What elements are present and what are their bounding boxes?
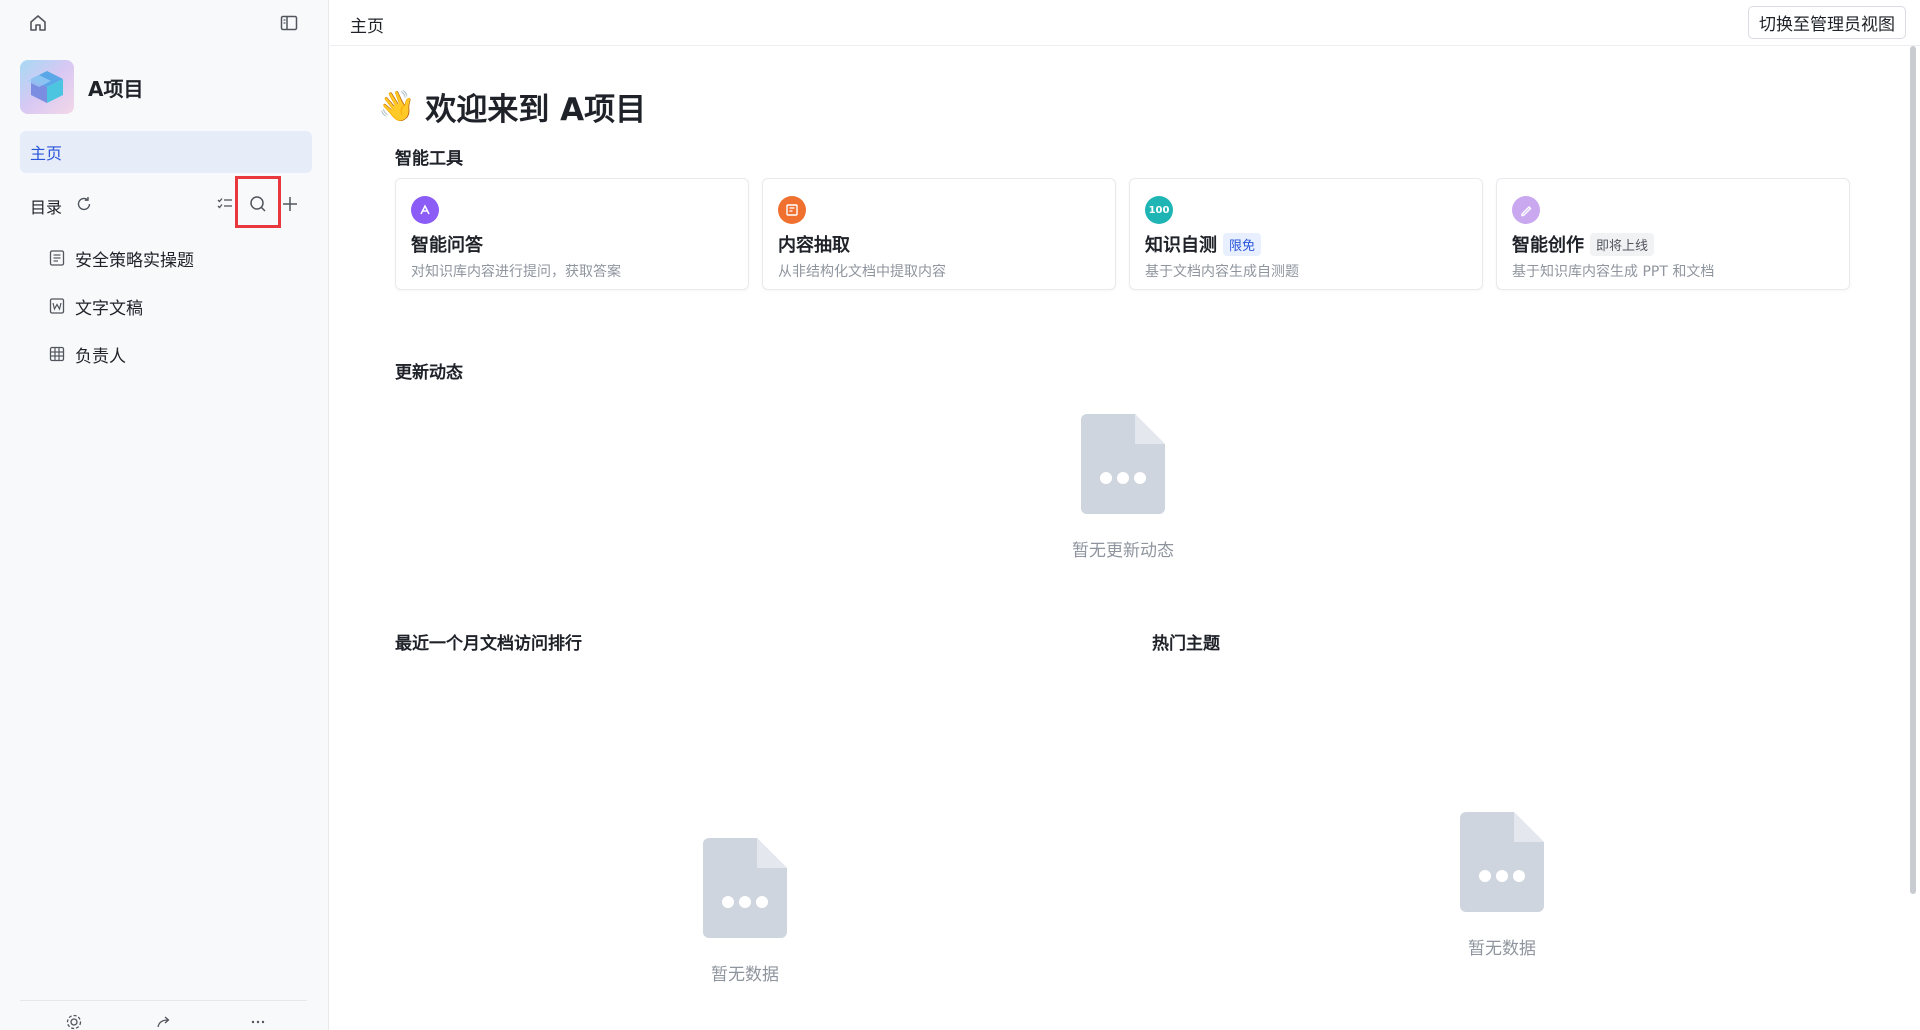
create-icon [1512, 196, 1540, 224]
smart-tools-grid: 智能问答 对知识库内容进行提问，获取答案 内容抽取 从非结构化文档中提取内容 1… [395, 178, 1850, 290]
ranking-empty-state: 暂无数据 [680, 838, 810, 985]
toc-list: 安全策略实操题 文字文稿 负责人 [20, 234, 312, 378]
nav-item-home[interactable]: 主页 [20, 131, 312, 173]
search-highlight-box [235, 176, 281, 228]
app-root: A项目 主页 目录 安全策略实操题 文字文稿 负责人 主页 切换至管理员视图 👋… [0, 0, 1920, 1030]
project-name: A项目 [88, 76, 144, 101]
welcome-title: 欢迎来到 A项目 [425, 92, 647, 128]
sidebar: A项目 主页 目录 安全策略实操题 文字文稿 负责人 [0, 0, 329, 1030]
tool-desc: 从非结构化文档中提取内容 [778, 264, 946, 280]
toc-item-word-doc[interactable]: 文字文稿 [20, 282, 312, 330]
sidebar-bottom-bar [20, 1010, 307, 1030]
welcome-header: 👋 欢迎来到 A项目 [378, 84, 646, 129]
quiz-icon: 100 [1145, 196, 1173, 224]
tool-desc: 基于文档内容生成自测题 [1145, 264, 1299, 280]
tool-card-quiz[interactable]: 100 知识自测 限免 基于文档内容生成自测题 [1129, 178, 1483, 290]
tool-name-text: 智能问答 [411, 235, 483, 256]
tool-name-text: 智能创作 [1512, 235, 1584, 256]
share-icon[interactable] [150, 1014, 178, 1030]
tool-name: 智能创作 即将上线 [1512, 231, 1655, 257]
table-icon [48, 345, 66, 363]
sidebar-collapse-icon[interactable] [275, 9, 303, 37]
word-doc-icon [48, 297, 66, 315]
project-logo-icon [20, 60, 74, 114]
ranking-empty-text: 暂无数据 [711, 965, 779, 985]
breadcrumb: 主页 [350, 17, 384, 37]
updates-section-title: 更新动态 [395, 363, 463, 383]
document-icon [48, 249, 66, 267]
toc-item-label: 文字文稿 [75, 298, 143, 319]
tool-card-create[interactable]: 智能创作 即将上线 基于知识库内容生成 PPT 和文档 [1496, 178, 1850, 290]
qa-icon [411, 196, 439, 224]
coming-soon-badge: 即将上线 [1590, 232, 1655, 256]
toc-item-security-quiz[interactable]: 安全策略实操题 [20, 234, 312, 282]
switch-admin-view-button[interactable]: 切换至管理员视图 [1748, 6, 1906, 39]
settings-icon[interactable] [60, 1014, 88, 1030]
empty-file-icon [703, 838, 787, 938]
topics-section-title: 热门主题 [1152, 634, 1220, 654]
extract-icon [778, 196, 806, 224]
toc-label: 目录 [30, 198, 63, 217]
toc-item-label: 安全策略实操题 [75, 250, 194, 271]
tool-desc: 基于知识库内容生成 PPT 和文档 [1512, 264, 1715, 280]
tool-card-extract[interactable]: 内容抽取 从非结构化文档中提取内容 [762, 178, 1116, 290]
sidebar-top-bar [0, 0, 329, 46]
tool-card-qa[interactable]: 智能问答 对知识库内容进行提问，获取答案 [395, 178, 749, 290]
empty-file-icon [1460, 812, 1544, 912]
updates-empty-text: 暂无更新动态 [1072, 541, 1174, 561]
waving-hand-icon: 👋 [378, 89, 416, 124]
toc-item-label: 负责人 [75, 346, 126, 367]
home-icon[interactable] [24, 9, 52, 37]
ranking-section-title: 最近一个月文档访问排行 [395, 634, 582, 654]
topics-empty-state: 暂无数据 [1437, 812, 1567, 959]
tool-desc: 对知识库内容进行提问，获取答案 [411, 264, 621, 280]
empty-file-icon [1081, 414, 1165, 514]
tool-name: 内容抽取 [778, 231, 850, 257]
tool-name-text: 知识自测 [1145, 235, 1217, 256]
project-header: A项目 [20, 60, 143, 114]
refresh-icon[interactable] [70, 190, 98, 218]
tool-name-text: 内容抽取 [778, 235, 850, 256]
tool-name: 智能问答 [411, 231, 483, 257]
updates-empty-state: 暂无更新动态 [1070, 414, 1176, 561]
tool-name: 知识自测 限免 [1145, 231, 1262, 257]
more-icon[interactable] [244, 1014, 272, 1030]
sidebar-divider [20, 1000, 307, 1001]
main-scrollbar[interactable] [1910, 46, 1916, 894]
toc-item-owner-table[interactable]: 负责人 [20, 330, 312, 378]
top-bar: 主页 切换至管理员视图 [330, 0, 1920, 46]
free-badge: 限免 [1223, 232, 1262, 256]
topics-empty-text: 暂无数据 [1468, 939, 1536, 959]
tools-section-title: 智能工具 [395, 149, 463, 169]
